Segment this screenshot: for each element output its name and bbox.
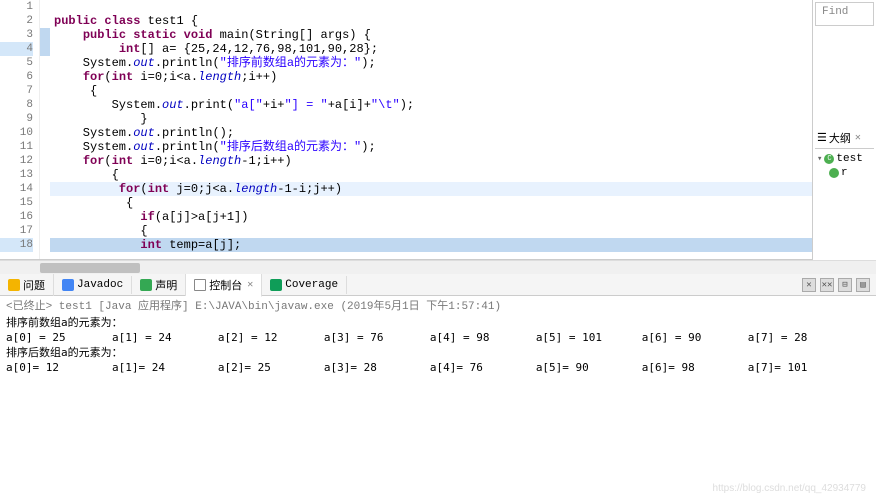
chevron-down-icon[interactable]: ▾ xyxy=(817,154,822,164)
remove-all-button[interactable]: ✕✕ xyxy=(820,278,834,292)
coverage-icon xyxy=(270,279,282,291)
class-label: test xyxy=(836,153,862,165)
code-editor[interactable]: public class test1 { public static void … xyxy=(50,0,846,259)
problems-icon xyxy=(8,279,20,291)
marker-column xyxy=(40,0,50,259)
side-panel: Find ☰ 大纲 ✕ ▾ C test r xyxy=(812,0,876,260)
method-label: r xyxy=(841,167,848,179)
scrollbar-thumb[interactable] xyxy=(40,263,140,273)
close-icon[interactable]: ✕ xyxy=(855,132,861,144)
tab-label: Javadoc xyxy=(77,279,123,291)
declaration-icon xyxy=(140,279,152,291)
outline-icon: ☰ xyxy=(817,131,827,145)
tab-console[interactable]: 控制台 ✕ xyxy=(186,274,262,297)
javadoc-icon xyxy=(62,279,74,291)
bottom-tabs: 问题 Javadoc 声明 控制台 ✕ Coverage ✕ ✕✕ ⊟ ▤ xyxy=(0,274,876,296)
line-number-gutter: 123456789101112131415161718 xyxy=(0,0,40,259)
console-toolbar: ✕ ✕✕ ⊟ ▤ xyxy=(802,278,876,292)
terminated-line: <已终止> test1 [Java 应用程序] E:\JAVA\bin\java… xyxy=(6,300,870,315)
horizontal-scrollbar[interactable] xyxy=(0,260,876,274)
watermark: https://blog.csdn.net/qq_42934779 xyxy=(713,483,866,494)
console-output[interactable]: <已终止> test1 [Java 应用程序] E:\JAVA\bin\java… xyxy=(0,296,876,379)
outline-title: 大纲 xyxy=(829,130,851,146)
tab-declaration[interactable]: 声明 xyxy=(132,274,186,296)
output-line: a[0] = 25 a[1] = 24 a[2] = 12 a[3] = 76 … xyxy=(6,330,870,345)
editor-area: 123456789101112131415161718 public class… xyxy=(0,0,876,260)
output-line: a[0]= 12 a[1]= 24 a[2]= 25 a[3]= 28 a[4]… xyxy=(6,360,870,375)
console-icon xyxy=(194,279,206,291)
display-button[interactable]: ▤ xyxy=(856,278,870,292)
tree-node-method[interactable]: r xyxy=(817,167,872,179)
tree-node-class[interactable]: ▾ C test xyxy=(817,153,872,165)
tab-label: 控制台 xyxy=(209,277,242,293)
remove-launch-button[interactable]: ✕ xyxy=(802,278,816,292)
output-line: 排序后数组a的元素为： xyxy=(6,345,870,360)
tab-problems[interactable]: 问题 xyxy=(0,274,54,296)
outline-view: ☰ 大纲 ✕ ▾ C test r xyxy=(813,126,876,187)
find-input[interactable]: Find xyxy=(815,2,874,26)
method-icon xyxy=(829,168,839,178)
tab-label: Coverage xyxy=(285,279,338,291)
tab-javadoc[interactable]: Javadoc xyxy=(54,276,132,294)
tab-label: 声明 xyxy=(155,277,177,293)
close-icon[interactable]: ✕ xyxy=(247,279,253,291)
outline-tab[interactable]: ☰ 大纲 ✕ xyxy=(815,128,874,149)
tab-label: 问题 xyxy=(23,277,45,293)
outline-tree: ▾ C test r xyxy=(815,149,874,185)
pin-button[interactable]: ⊟ xyxy=(838,278,852,292)
output-line: 排序前数组a的元素为： xyxy=(6,315,870,330)
class-icon: C xyxy=(824,154,834,164)
tab-coverage[interactable]: Coverage xyxy=(262,276,347,294)
